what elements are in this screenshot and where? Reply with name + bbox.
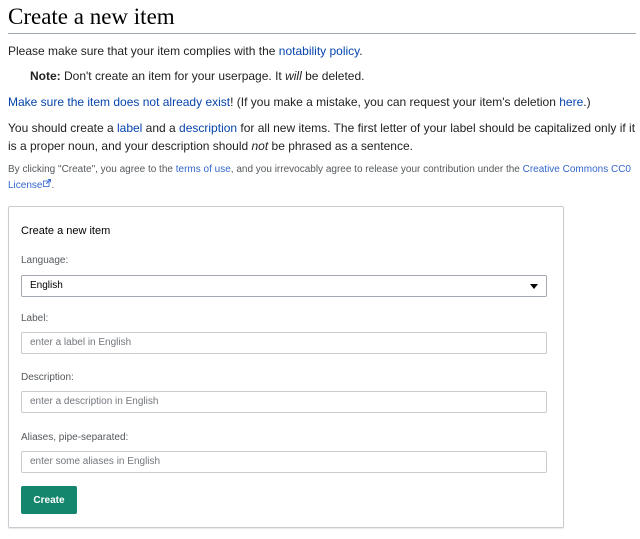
page-title: Create a new item xyxy=(8,3,636,34)
language-label: Language: xyxy=(21,255,69,266)
label-help-link[interactable]: label xyxy=(117,121,142,135)
label-field-label: Label: xyxy=(21,313,49,324)
guidance-text-2: and a xyxy=(142,121,180,135)
create-item-form: Create a new item Language: English Labe… xyxy=(8,206,564,528)
notability-end: . xyxy=(359,44,363,58)
aliases-field-label: Aliases, pipe-separated: xyxy=(21,432,129,443)
guidance-text-1: You should create a xyxy=(8,121,117,135)
note-text-end: be deleted. xyxy=(301,69,365,83)
license-text-2: , and you irrevocably agree to release y… xyxy=(230,164,523,175)
guidance-paragraph: You should create a label and a descript… xyxy=(8,119,636,155)
description-help-link[interactable]: description xyxy=(179,121,237,135)
existence-paragraph: Make sure the item does not already exis… xyxy=(8,93,636,111)
guidance-emphasis: not xyxy=(251,139,269,153)
existence-end: .) xyxy=(583,95,591,109)
notability-paragraph: Please make sure that your item complies… xyxy=(8,42,636,60)
note-text: Don't create an item for your userpage. … xyxy=(60,69,286,83)
terms-of-use-link[interactable]: terms of use xyxy=(176,164,231,175)
deletion-request-link[interactable]: here xyxy=(559,95,583,109)
license-text-3: . xyxy=(51,180,55,191)
notability-policy-link[interactable]: notability policy xyxy=(279,44,359,58)
check-existing-link[interactable]: Make sure the item does not already exis… xyxy=(8,95,230,109)
language-selected-value: English xyxy=(30,280,63,291)
chevron-down-icon xyxy=(530,284,538,289)
guidance-text-4: be phrased as a sentence. xyxy=(268,139,413,153)
label-input[interactable]: enter a label in English xyxy=(21,332,547,354)
note-label: Note: xyxy=(30,69,61,83)
license-notice: By clicking "Create", you agree to the t… xyxy=(8,162,636,194)
create-button[interactable]: Create xyxy=(21,486,77,514)
note-emphasis: will xyxy=(285,69,302,83)
aliases-input[interactable]: enter some aliases in English xyxy=(21,451,547,473)
form-title: Create a new item xyxy=(21,225,111,237)
notability-text: Please make sure that your item complies… xyxy=(8,44,279,58)
description-input[interactable]: enter a description in English xyxy=(21,391,547,413)
description-field-label: Description: xyxy=(21,372,74,383)
existence-text: ! (If you make a mistake, you can reques… xyxy=(230,95,560,109)
note-paragraph: Note: Don't create an item for your user… xyxy=(30,67,630,85)
license-text-1: By clicking "Create", you agree to the xyxy=(8,164,176,175)
language-select[interactable]: English xyxy=(21,275,547,297)
